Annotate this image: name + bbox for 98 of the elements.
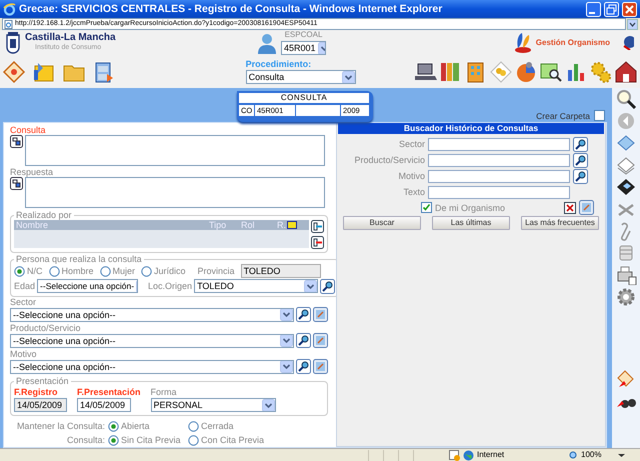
procedimiento-label: Procedimiento:	[246, 59, 312, 69]
coat-of-arms-icon	[6, 32, 20, 54]
search-button[interactable]	[296, 333, 311, 348]
column-header: Rol	[241, 220, 256, 230]
dropdown-arrow-icon	[280, 360, 293, 372]
window-title: Grecae: SERVICIOS CENTRALES - Registro de Consulta - Windows Internet Explorer	[19, 4, 444, 14]
expand-icon[interactable]	[10, 177, 23, 190]
input-field[interactable]	[428, 154, 570, 166]
user-icon	[257, 32, 277, 54]
zoom-icon	[569, 450, 578, 460]
pie-chart-icon[interactable]	[514, 60, 538, 84]
field-label: Respuesta	[10, 167, 54, 177]
minimize-button[interactable]	[586, 2, 601, 16]
search-button[interactable]	[296, 359, 311, 374]
maximize-button[interactable]	[604, 2, 619, 16]
field-label: Producto/Servicio	[353, 155, 425, 165]
house-icon[interactable]	[614, 60, 638, 84]
input-field[interactable]	[428, 186, 570, 198]
field-label: Motivo	[397, 171, 425, 181]
field-label: Texto	[402, 187, 425, 197]
checkbox[interactable]	[421, 202, 432, 213]
radio-option[interactable]: Mujer	[100, 266, 136, 276]
zone-label: Internet	[477, 450, 504, 460]
field-label: Producto/Servicio	[10, 323, 82, 333]
column-header: Nombre	[16, 220, 50, 230]
fieldset-legend: Presentación	[14, 376, 71, 386]
dropdown[interactable]: --Seleccione una opción--	[10, 308, 294, 322]
zoom-level[interactable]: 100%	[581, 450, 602, 460]
radio-option[interactable]: Hombre	[48, 266, 94, 276]
page-icon	[4, 20, 13, 28]
field-label: Motivo	[10, 349, 38, 359]
record-title: CONSULTA	[239, 93, 369, 103]
radio-option[interactable]: Jurídico	[141, 266, 186, 276]
fieldset-legend: Realizado por	[14, 210, 74, 220]
search-button[interactable]: Las más frecuentes	[521, 216, 599, 230]
fieldset-legend: Persona que realiza la consulta	[14, 254, 144, 264]
dropdown-arrow-icon	[280, 334, 293, 346]
radio-option[interactable]: Cerrada	[188, 420, 268, 432]
panel-title: Buscador Histórico de Consultas	[338, 123, 604, 134]
search-button[interactable]	[320, 278, 336, 294]
date-field: 14/05/2009	[14, 398, 67, 412]
dropdown-arrow-icon	[262, 399, 275, 411]
field-label: Consulta	[10, 125, 46, 135]
radio-option[interactable]: Abierta	[108, 420, 188, 432]
dropdown-arrow-icon	[280, 308, 293, 320]
add-person-button[interactable]	[311, 220, 324, 233]
expand-icon[interactable]	[10, 135, 23, 148]
input-field[interactable]	[428, 138, 570, 150]
user-name: ESPCOAL	[284, 30, 324, 40]
edad-label: Edad	[14, 281, 36, 291]
radio-group-label: Mantener la Consulta:	[16, 421, 105, 431]
input-field[interactable]	[428, 170, 570, 182]
card-icon[interactable]	[287, 221, 297, 229]
dropdown[interactable]: --Seleccione una opción--	[10, 360, 294, 374]
dropdown[interactable]: PERSONAL	[150, 398, 276, 412]
date-field[interactable]: 14/05/2009	[77, 398, 131, 412]
browser-logo-icon	[3, 2, 16, 16]
provincia-field: TOLEDO	[240, 264, 321, 278]
dropdown[interactable]: TOLEDO	[194, 279, 318, 293]
provincia-label: Provincia	[198, 266, 235, 276]
dropdown-arrow-icon	[304, 280, 318, 292]
radio-group-label: Consulta:	[66, 435, 105, 445]
security-icon	[449, 450, 460, 460]
dropdown[interactable]: --Seleccione una opción-	[37, 279, 138, 293]
search-button[interactable]	[573, 136, 588, 152]
radio-option[interactable]: Con Cita Previa	[188, 434, 268, 446]
globe-icon	[463, 450, 474, 460]
dropdown[interactable]: 45R001	[281, 41, 326, 55]
search-button[interactable]	[573, 152, 588, 168]
field-label: F.Registro	[14, 387, 59, 397]
settings-icon[interactable]	[615, 287, 637, 307]
organization-logo-icon	[514, 32, 532, 54]
dropdown-arrow-icon	[342, 71, 355, 83]
search-icon[interactable]	[615, 89, 637, 109]
search-button[interactable]: Buscar	[343, 216, 421, 230]
field-label: Forma	[150, 387, 178, 397]
dropdown[interactable]: Consulta	[246, 70, 356, 84]
printer-icon[interactable]	[615, 265, 637, 285]
remove-person-button[interactable]	[311, 236, 324, 249]
close-button[interactable]	[622, 2, 637, 16]
field-label: Sector	[10, 297, 38, 307]
organization-name: Castilla-La Mancha	[25, 32, 117, 42]
radio-option[interactable]: Sin Cita Previa	[108, 434, 188, 446]
dropdown[interactable]: --Seleccione una opción--	[10, 334, 294, 348]
checkbox-label: Crear Carpeta	[536, 110, 590, 120]
record-number-field	[296, 105, 340, 116]
radio-option[interactable]: N/C	[14, 266, 42, 276]
search-button[interactable]	[296, 307, 311, 322]
field-label: F.Presentación	[77, 387, 141, 397]
search-button[interactable]: Las últimas	[432, 216, 510, 230]
column-header: Tipo	[209, 220, 228, 230]
checkbox-label: De mi Organismo	[435, 202, 506, 212]
loc-origen-label: Loc.Origen	[148, 281, 192, 291]
checkbox[interactable]	[594, 110, 605, 121]
column-header: R.	[277, 220, 287, 230]
search-button[interactable]	[573, 168, 588, 184]
field-label: Sector	[398, 139, 425, 149]
clear-button[interactable]	[564, 202, 576, 214]
